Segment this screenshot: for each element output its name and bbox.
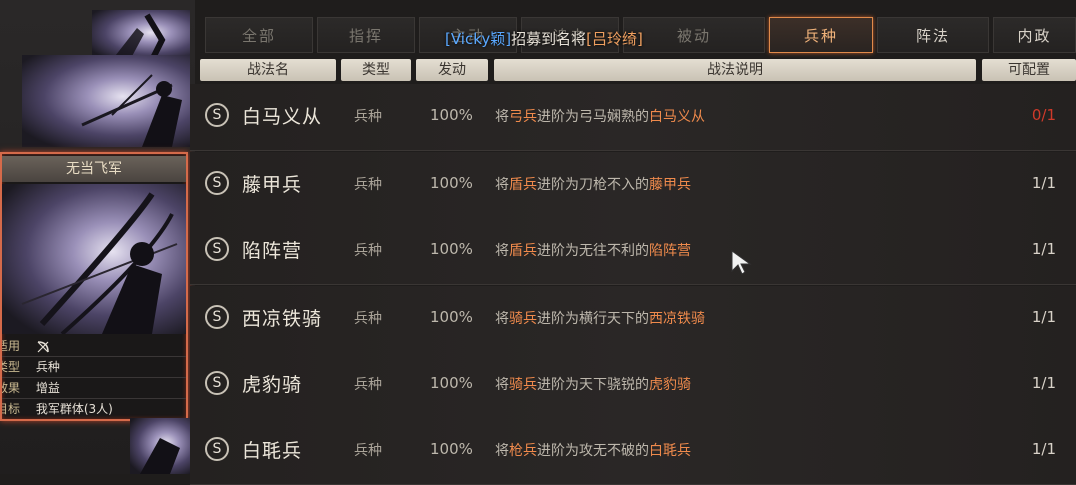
grade-badge: S	[205, 371, 229, 395]
skill-type: 兵种	[354, 377, 382, 393]
config-count: 1/1	[1031, 308, 1056, 326]
skill-art-thumbnail[interactable]	[22, 55, 190, 147]
card-art	[2, 184, 186, 334]
skill-description: 将枪兵进阶为攻无不破的白毦兵	[495, 443, 691, 459]
skill-row[interactable]: S 藤甲兵 兵种 100% 将盾兵进阶为刀枪不入的藤甲兵 1/1	[190, 152, 1076, 219]
info-key: 效果	[2, 381, 21, 395]
skill-description: 将骑兵进阶为横行天下的西凉铁骑	[495, 311, 705, 327]
config-count: 1/1	[1031, 174, 1056, 192]
skill-type: 兵种	[354, 243, 382, 259]
tab-troop-type[interactable]: 兵种	[769, 17, 873, 53]
skill-row[interactable]: S 虎豹骑 兵种 100% 将骑兵进阶为天下骁锐的虎豹骑 1/1	[190, 352, 1076, 419]
card-info-row: 适用	[2, 336, 186, 357]
tab-command[interactable]: 指挥	[317, 17, 415, 53]
skill-description: 将盾兵进阶为无往不利的陷阵营	[495, 243, 691, 259]
config-count: 1/1	[1031, 374, 1056, 392]
skill-name: 白马义从	[242, 106, 323, 128]
header-configurable[interactable]: 可配置	[982, 59, 1076, 81]
skill-row[interactable]: S 西凉铁骑 兵种 100% 将骑兵进阶为横行天下的西凉铁骑 1/1	[190, 286, 1076, 353]
bow-icon	[36, 340, 50, 354]
card-info-row: 效果 增益	[2, 378, 186, 399]
card-info-row: 目标 我军群体(3人)	[2, 399, 186, 419]
broadcast-text: 招募到名将	[511, 30, 587, 48]
grade-badge: S	[205, 237, 229, 261]
config-count: 1/1	[1031, 240, 1056, 258]
grade-badge: S	[205, 103, 229, 127]
skill-name: 虎豹骑	[242, 374, 303, 396]
skill-name: 陷阵营	[242, 240, 303, 262]
skill-row[interactable]: S 白毦兵 兵种 100% 将枪兵进阶为攻无不破的白毦兵 1/1	[190, 418, 1076, 485]
trigger-rate: 100%	[430, 240, 473, 258]
mouse-cursor-icon	[731, 250, 752, 275]
info-key: 适用	[2, 339, 21, 353]
skill-type: 兵种	[354, 109, 382, 125]
tab-passive[interactable]: 被动	[623, 17, 765, 53]
skill-row[interactable]: S 陷阵营 兵种 100% 将盾兵进阶为无往不利的陷阵营 1/1	[190, 218, 1076, 285]
trigger-rate: 100%	[430, 374, 473, 392]
skill-type: 兵种	[354, 443, 382, 459]
skill-description: 将骑兵进阶为天下骁锐的虎豹骑	[495, 377, 691, 393]
skill-name: 白毦兵	[242, 440, 303, 462]
general-name: [吕玲绮]	[586, 30, 643, 48]
tab-internal-affairs[interactable]: 内政	[993, 17, 1076, 53]
recruit-broadcast: [Vicky颖]招募到名将[吕玲绮]	[445, 27, 643, 51]
info-value: 增益	[35, 381, 60, 395]
card-title: 无当飞军	[2, 156, 186, 182]
selected-skill-card[interactable]: 无当飞军 适用 类型 兵种 效果 增益 目标 我军群体(3人)	[0, 152, 188, 421]
grade-badge: S	[205, 437, 229, 461]
trigger-rate: 100%	[430, 440, 473, 458]
grade-badge: S	[205, 305, 229, 329]
trigger-rate: 100%	[430, 174, 473, 192]
header-type[interactable]: 类型	[341, 59, 411, 81]
tab-all[interactable]: 全部	[205, 17, 313, 53]
table-header: 战法名 类型 发动 战法说明 可配置	[198, 59, 1076, 83]
skill-row[interactable]: S 白马义从 兵种 100% 将弓兵进阶为弓马娴熟的白马义从 0/1	[190, 84, 1076, 151]
trigger-rate: 100%	[430, 308, 473, 326]
skill-name: 藤甲兵	[242, 174, 303, 196]
grade-badge: S	[205, 171, 229, 195]
skill-art-thumbnail[interactable]	[130, 418, 190, 474]
tab-formation[interactable]: 阵法	[877, 17, 989, 53]
skill-description: 将弓兵进阶为弓马娴熟的白马义从	[495, 109, 705, 125]
header-trigger[interactable]: 发动	[416, 59, 488, 81]
info-key: 类型	[2, 360, 21, 374]
skill-type: 兵种	[354, 177, 382, 193]
player-name: [Vicky颖]	[445, 30, 512, 48]
info-value: 兵种	[35, 360, 60, 374]
info-key: 目标	[2, 402, 21, 416]
trigger-rate: 100%	[430, 106, 473, 124]
card-info-row: 类型 兵种	[2, 357, 186, 378]
skill-type: 兵种	[354, 311, 382, 327]
info-value: 我军群体(3人)	[35, 402, 113, 416]
skill-description: 将盾兵进阶为刀枪不入的藤甲兵	[495, 177, 691, 193]
config-count: 1/1	[1031, 440, 1056, 458]
card-info: 适用 类型 兵种 效果 增益 目标 我军群体(3人)	[2, 336, 186, 419]
skill-art-thumbnail[interactable]	[92, 10, 190, 60]
header-description: 战法说明	[494, 59, 976, 81]
config-count: 0/1	[1031, 106, 1056, 124]
header-name[interactable]: 战法名	[200, 59, 336, 81]
skill-name: 西凉铁骑	[242, 308, 323, 330]
